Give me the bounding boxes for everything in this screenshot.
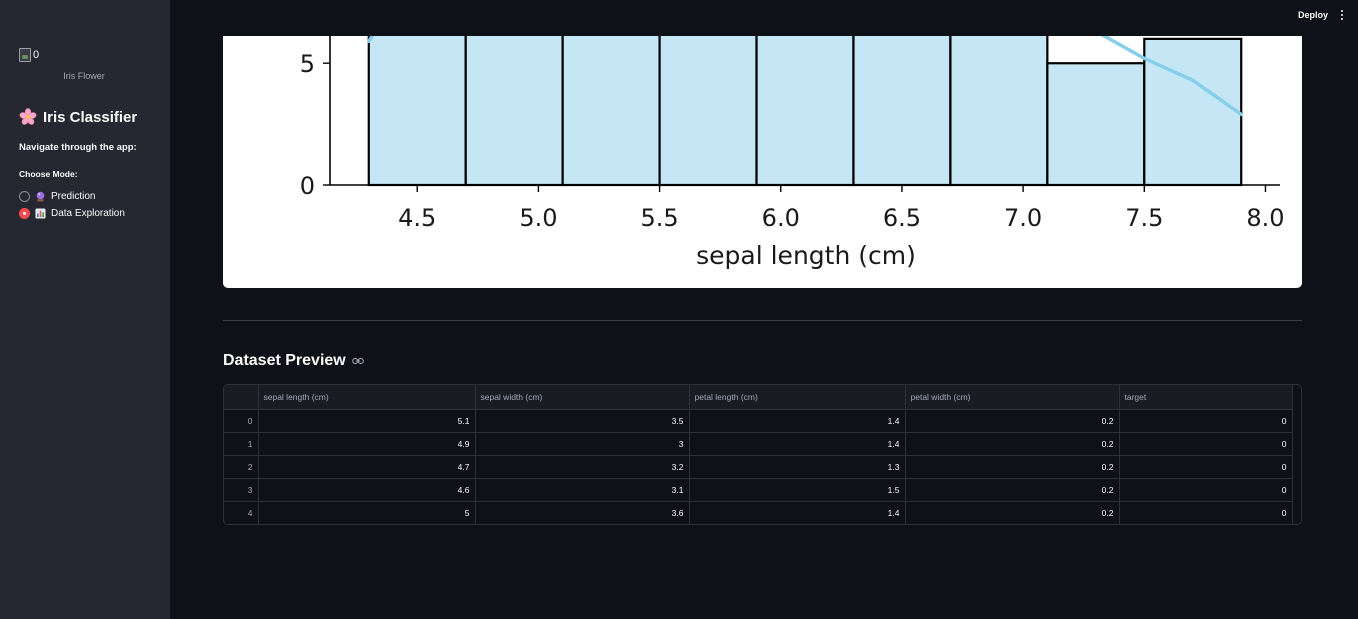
- deploy-button[interactable]: Deploy: [1292, 9, 1334, 21]
- app-title: Iris Classifier: [19, 108, 137, 126]
- table-cell[interactable]: 5.1: [258, 409, 476, 433]
- histogram-bar-6: [949, 36, 1049, 187]
- histogram-bar-3: [658, 36, 758, 187]
- x-tick-label: 4.5: [398, 204, 436, 232]
- bar-chart-icon: [35, 208, 46, 219]
- section-title-text: Dataset Preview: [223, 352, 346, 369]
- row-index: 4: [224, 501, 259, 524]
- x-tick-label: 5.5: [641, 204, 679, 232]
- logo-caption: Iris Flower: [63, 71, 105, 81]
- table-row: 2 4.7 3.2 1.3 0.2 0: [224, 455, 1293, 479]
- x-tick-label: 8.0: [1246, 204, 1284, 232]
- table-cell[interactable]: 0: [1119, 455, 1293, 479]
- table-cell[interactable]: 3.1: [475, 478, 690, 502]
- table-row: 3 4.6 3.1 1.5 0.2 0: [224, 478, 1293, 502]
- section-title: Dataset Preview: [223, 352, 364, 370]
- table-cell[interactable]: 0.2: [905, 432, 1120, 456]
- crystal-ball-icon: [36, 191, 45, 202]
- mode-option-data-exploration[interactable]: Data Exploration: [19, 205, 125, 222]
- radio-button-selected[interactable]: [19, 208, 30, 219]
- histogram-bar-4: [755, 36, 855, 187]
- app-title-text: Iris Classifier: [43, 108, 138, 126]
- logo-block: 0 Iris Flower: [19, 47, 159, 81]
- histogram-bar-8: [1143, 37, 1243, 187]
- y-tick-label: 5: [300, 50, 315, 78]
- table-cell[interactable]: 3.6: [475, 501, 690, 524]
- column-header[interactable]: sepal length (cm): [258, 385, 476, 410]
- histogram-bar-0: [367, 36, 467, 187]
- table-cell[interactable]: 0.2: [905, 455, 1120, 479]
- logo-alt-text: 0: [33, 49, 40, 61]
- table-cell[interactable]: 0: [1119, 501, 1293, 524]
- row-index: 3: [224, 478, 259, 502]
- mode-option-label: Data Exploration: [51, 208, 125, 219]
- nav-instructions: Navigate through the app:: [19, 142, 137, 153]
- row-index: 2: [224, 455, 259, 479]
- mode-radio-group: Prediction Data Exploration: [19, 188, 125, 222]
- radio-button[interactable]: [19, 191, 30, 202]
- x-tick-label: 6.5: [883, 204, 921, 232]
- histogram-bar-5: [852, 36, 952, 187]
- table-header-row: sepal length (cm) sepal width (cm) petal…: [224, 385, 1293, 410]
- table-cell[interactable]: 0: [1119, 478, 1293, 502]
- table-cell[interactable]: 3.5: [475, 409, 690, 433]
- table-cell[interactable]: 4.6: [258, 478, 476, 502]
- table-cell[interactable]: 4.9: [258, 432, 476, 456]
- table-cell[interactable]: 1.4: [689, 501, 906, 524]
- cherry-blossom-icon: [19, 108, 37, 125]
- table-cell[interactable]: 0: [1119, 432, 1293, 456]
- table-row: 4 5 3.6 1.4 0.2 0: [224, 501, 1293, 524]
- row-index: 0: [224, 409, 259, 433]
- histogram-bar-2: [561, 36, 661, 187]
- mode-option-label: Prediction: [51, 191, 96, 202]
- mode-option-prediction[interactable]: Prediction: [19, 188, 125, 205]
- column-header[interactable]: target: [1119, 385, 1293, 410]
- section-divider: [223, 320, 1302, 321]
- column-header[interactable]: sepal width (cm): [475, 385, 690, 410]
- table-row: 1 4.9 3 1.4 0.2 0: [224, 432, 1293, 456]
- table-cell[interactable]: 0.2: [905, 409, 1120, 433]
- table-cell[interactable]: 0.2: [905, 478, 1120, 502]
- x-tick-label: 5.0: [519, 204, 557, 232]
- link-icon[interactable]: [351, 357, 364, 365]
- table-cell[interactable]: 0.2: [905, 501, 1120, 524]
- mode-label: Choose Mode:: [19, 169, 78, 179]
- kebab-menu-icon[interactable]: [1338, 8, 1346, 22]
- x-axis-label: sepal length (cm): [696, 241, 916, 270]
- sidebar: 0 Iris Flower Iris Classifier Navigate t…: [0, 0, 170, 619]
- histogram-bar-1: [464, 36, 564, 187]
- index-header: [224, 385, 259, 410]
- table-cell[interactable]: 3.2: [475, 455, 690, 479]
- column-header[interactable]: petal width (cm): [905, 385, 1120, 410]
- histogram-bar-7: [1046, 62, 1146, 187]
- table-cell[interactable]: 1.3: [689, 455, 906, 479]
- table-cell[interactable]: 3: [475, 432, 690, 456]
- logo-image: 0: [19, 47, 159, 63]
- broken-image-icon: [19, 48, 31, 62]
- table-cell[interactable]: 5: [258, 501, 476, 524]
- table-cell[interactable]: 4.7: [258, 455, 476, 479]
- x-tick-label: 7.5: [1125, 204, 1163, 232]
- column-header[interactable]: petal length (cm): [689, 385, 906, 410]
- row-index: 1: [224, 432, 259, 456]
- histogram-svg: 4.5 5.0 5.5 6.0 6.5 7.0 7.5 8.0 0 5 sepal length (…: [300, 36, 1285, 270]
- table-cell[interactable]: 1.4: [689, 432, 906, 456]
- y-tick-label: 0: [300, 172, 315, 200]
- table-cell[interactable]: 0: [1119, 409, 1293, 433]
- histogram-chart: 4.5 5.0 5.5 6.0 6.5 7.0 7.5 8.0 0 5 sepal length (…: [223, 36, 1302, 288]
- x-tick-label: 6.0: [762, 204, 800, 232]
- table-cell[interactable]: 1.4: [689, 409, 906, 433]
- table-cell[interactable]: 1.5: [689, 478, 906, 502]
- dataset-preview-table[interactable]: sepal length (cm) sepal width (cm) petal…: [223, 384, 1302, 525]
- table-row: 0 5.1 3.5 1.4 0.2 0: [224, 409, 1293, 433]
- x-tick-label: 7.0: [1004, 204, 1042, 232]
